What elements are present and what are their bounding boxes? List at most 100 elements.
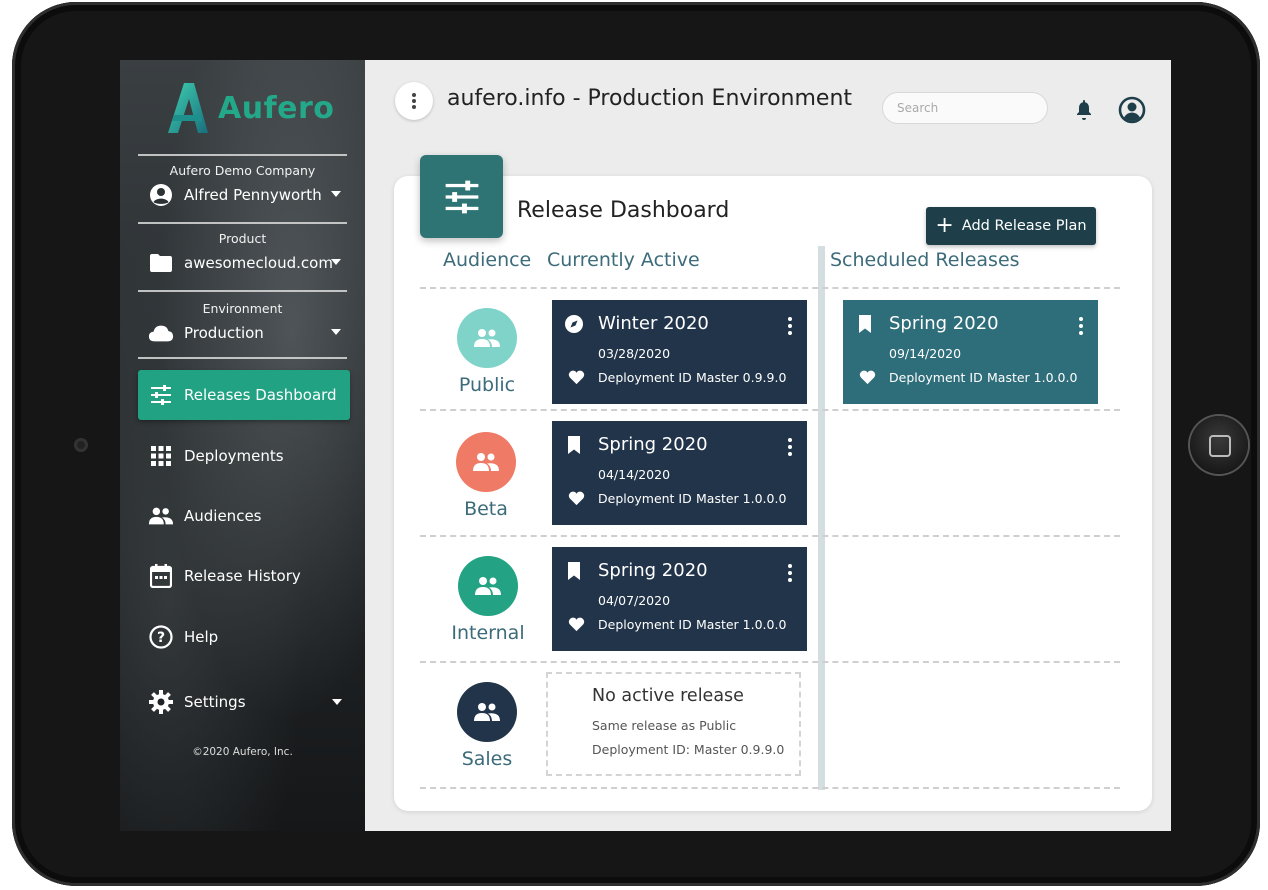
chevron-down-icon[interactable] [332,699,342,705]
add-release-plan-button[interactable]: + Add Release Plan [926,207,1096,245]
account-circle-icon[interactable] [1118,96,1146,124]
chevron-down-icon[interactable] [331,191,341,197]
audience-avatar [457,682,517,742]
deployment-version: Master 0.9.9.0 [696,370,787,385]
group-icon [475,577,501,595]
search-input[interactable] [882,92,1048,124]
audience-internal[interactable]: Internal [433,556,543,644]
more-vert-icon[interactable] [787,316,793,336]
column-header-audience: Audience [443,249,532,271]
cloud-icon [148,320,174,346]
release-card[interactable]: Winter 2020 03/28/2020 Deployment ID Mas… [552,300,807,404]
calendar-icon [148,563,174,589]
nav-label: Releases Dashboard [184,386,337,404]
row-divider [420,287,1120,289]
deployment-version: Master 1.0.0.0 [987,370,1078,385]
product-selector[interactable]: Product awesomecloud.com [138,231,347,276]
bookmark-icon [568,562,580,580]
dashboard-badge [420,155,503,238]
environment-value: Production [184,324,264,342]
deployment-version: Master 1.0.0.0 [696,491,787,506]
nav-release-history[interactable]: Release History [138,551,350,601]
audience-beta[interactable]: Beta [431,432,541,520]
environment-selector[interactable]: Environment Production [138,301,347,346]
product-value: awesomecloud.com [184,254,333,272]
nav-label: Audiences [184,507,262,525]
help-icon: ? [148,624,174,650]
column-divider [818,246,825,790]
deployment-version: Master 1.0.0.0 [696,617,787,632]
release-name: Spring 2020 [598,560,708,581]
heart-icon [568,370,585,385]
camera-icon [74,438,88,452]
empty-subtitle: Same release as Public [592,718,737,733]
folder-icon [148,250,174,276]
environment-caption: Environment [202,301,283,316]
plus-icon: + [935,213,954,238]
deployment-label: Deployment ID [598,370,692,385]
company-user: Alfred Pennyworth [184,186,322,204]
heart-icon [568,617,585,632]
sidebar: Aufero Aufero Demo Company Alfred Pennyw… [120,60,365,831]
group-icon [474,329,500,347]
nav-releases-dashboard[interactable]: Releases Dashboard [138,370,350,420]
deployment-label: Deployment ID [598,491,692,506]
menu-button[interactable] [395,82,433,120]
sidebar-divider [138,154,347,156]
group-icon [473,453,499,471]
row-divider [420,535,1120,537]
chevron-down-icon[interactable] [331,329,341,335]
row-divider [420,409,1120,411]
audience-name: Internal [451,622,525,644]
more-vert-icon[interactable] [787,563,793,583]
aufero-logo-icon [168,83,208,133]
chevron-down-icon[interactable] [331,259,341,265]
row-divider [420,661,1120,663]
sidebar-divider [138,290,347,292]
release-date: 04/14/2020 [598,467,671,482]
nav-help[interactable]: ? Help [138,612,350,662]
sidebar-divider [138,222,347,224]
column-header-scheduled: Scheduled Releases [830,249,1020,271]
bookmark-icon [568,436,580,454]
more-vert-icon[interactable] [1078,316,1084,336]
bookmark-icon [859,315,871,333]
app-screen: Aufero Aufero Demo Company Alfred Pennyw… [120,60,1171,831]
account-circle-icon [148,182,174,208]
company-selector[interactable]: Aufero Demo Company Alfred Pennyworth [138,163,347,208]
more-vert-icon [412,93,416,109]
logo: Aufero [164,80,334,136]
release-card[interactable]: Spring 2020 04/07/2020 Deployment ID Mas… [552,547,807,651]
sliders-icon [148,382,174,408]
sliders-icon [445,180,478,213]
nav-label: Help [184,628,219,646]
audience-public[interactable]: Public [432,308,542,396]
group-icon [474,703,500,721]
nav-deployments[interactable]: Deployments [138,431,350,481]
group-icon [148,503,174,529]
empty-title: No active release [592,686,744,706]
empty-deployment: Deployment ID: Master 0.9.9.0 [592,742,785,757]
release-date: 04/07/2020 [598,593,671,608]
release-name: Winter 2020 [598,313,709,334]
deployment-label: Deployment ID [598,617,692,632]
scheduled-release-card[interactable]: Spring 2020 09/14/2020 Deployment ID Mas… [843,300,1098,404]
audience-name: Beta [464,498,508,520]
svg-text:?: ? [157,630,165,646]
release-card[interactable]: Spring 2020 04/14/2020 Deployment ID Mas… [552,421,807,525]
logo-text: Aufero [218,90,335,126]
copyright: ©2020 Aufero, Inc. [192,746,293,758]
tablet-frame: Aufero Aufero Demo Company Alfred Pennyw… [12,2,1260,886]
bell-icon[interactable] [1072,98,1096,122]
no-active-release-card: No active release Same release as Public… [546,672,801,776]
audience-name: Sales [461,748,513,770]
compass-icon [565,315,583,333]
heart-icon [859,370,876,385]
nav-audiences[interactable]: Audiences [138,491,350,541]
audience-name: Public [458,374,516,396]
nav-settings[interactable]: Settings [138,677,350,727]
nav-label: Release History [184,567,301,585]
audience-sales[interactable]: Sales [432,682,542,770]
home-button[interactable] [1190,416,1248,474]
more-vert-icon[interactable] [787,437,793,457]
